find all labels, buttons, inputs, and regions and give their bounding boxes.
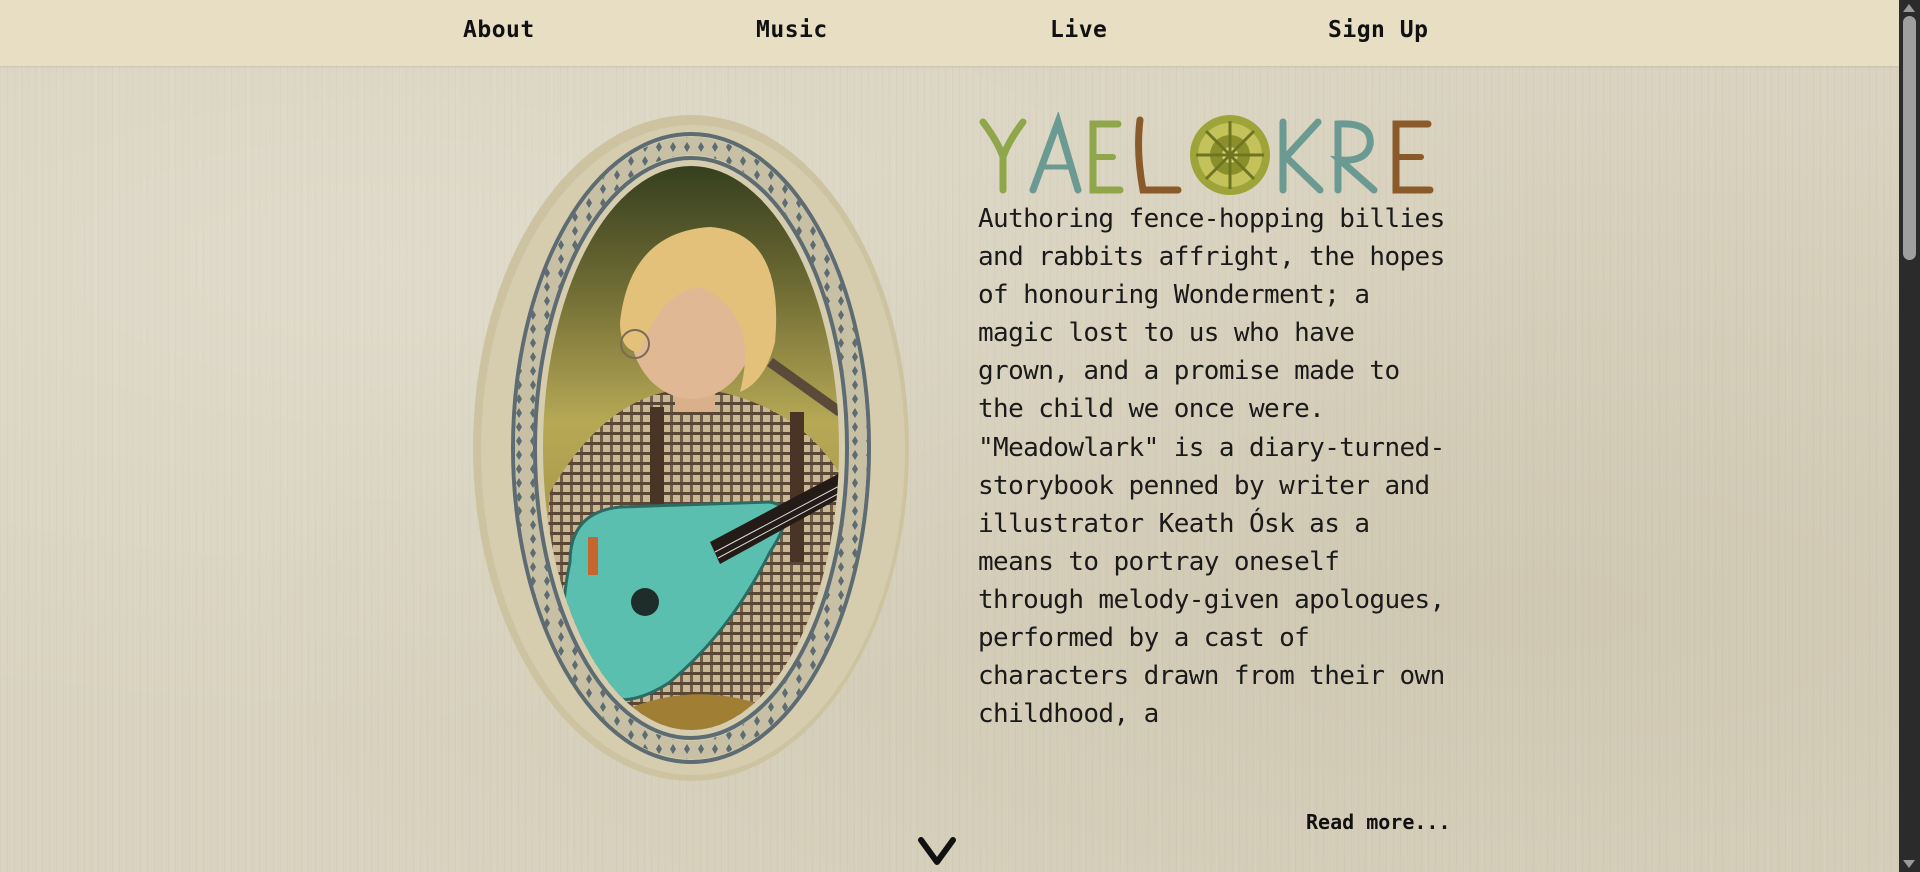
read-more-link[interactable]: Read more... [1306,810,1451,834]
scroll-up-arrow-icon[interactable] [1903,4,1915,12]
intro-description: Authoring fence-hopping billies and rabb… [978,204,1445,730]
yaelokre-logo-image [979,110,1434,195]
nav-link-music[interactable]: Music [756,17,828,43]
band-logo [978,110,1436,198]
nav-link-live[interactable]: Live [1050,17,1107,43]
nav-link-about[interactable]: About [463,17,535,43]
top-navigation: About Music Live Sign Up [0,0,1899,66]
scroll-down-arrow-icon[interactable] [1903,860,1915,868]
artist-portrait-image [473,115,909,781]
chevron-down-icon[interactable] [918,834,956,868]
artist-portrait [470,112,912,784]
nav-link-sign-up[interactable]: Sign Up [1328,17,1428,43]
page-scrollbar[interactable] [1899,0,1920,872]
scrollbar-thumb[interactable] [1903,16,1916,260]
